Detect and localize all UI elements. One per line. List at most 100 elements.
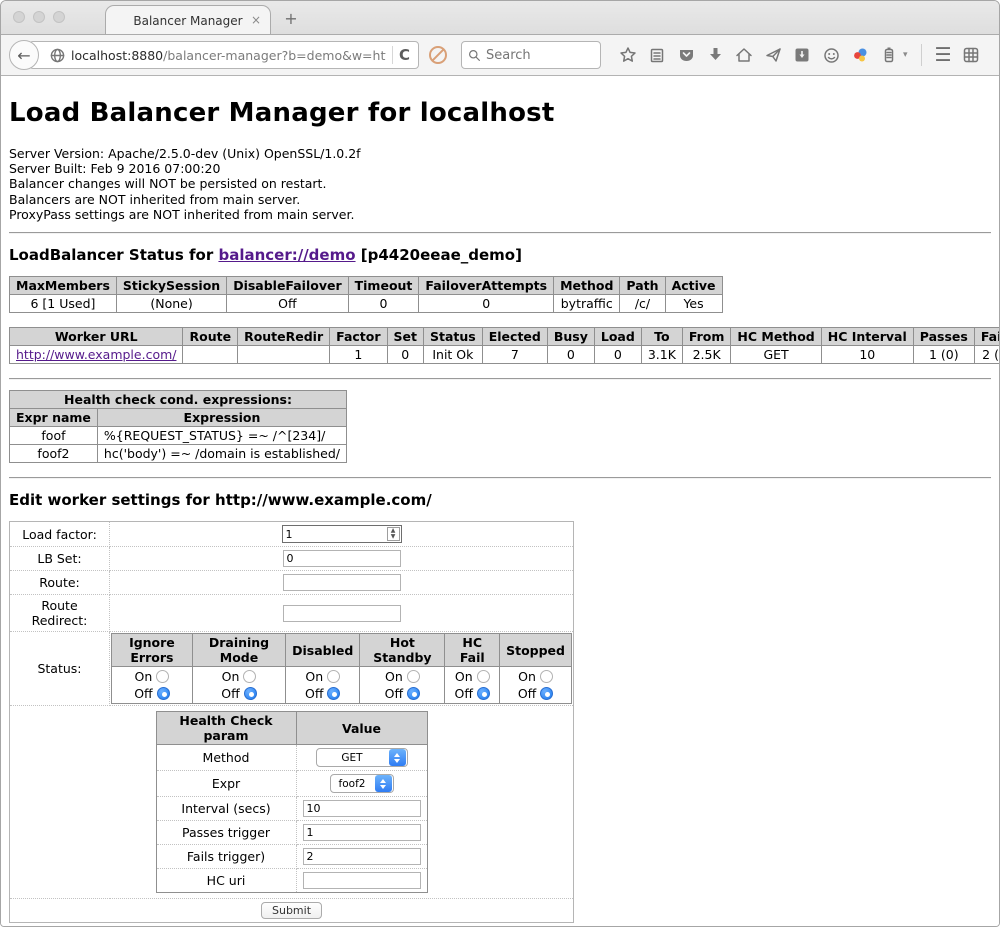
tab-balancer-manager[interactable]: Balancer Manager × [105, 5, 271, 35]
load-factor-label: Load factor: [10, 522, 110, 547]
send-tab-icon[interactable] [764, 46, 782, 64]
divider [9, 378, 991, 380]
pocket-icon[interactable] [677, 46, 695, 64]
server-version: Server Version: Apache/2.5.0-dev (Unix) … [9, 146, 991, 161]
extension-grid-icon[interactable] [962, 46, 980, 64]
ignore-errors-on-radio[interactable] [156, 670, 169, 683]
url-path: /balancer-manager?b=demo&w=http://www.ex… [163, 48, 386, 63]
notice-proxypass: ProxyPass settings are NOT inherited fro… [9, 207, 991, 222]
divider [9, 477, 991, 479]
downloads-icon[interactable] [706, 46, 724, 64]
submit-row: Submit [10, 899, 574, 923]
method-select[interactable]: GET [316, 748, 408, 767]
expr-table-title: Health check cond. expressions: [10, 391, 347, 409]
search-bar[interactable] [461, 41, 601, 69]
hc-fail-on-radio[interactable] [477, 670, 490, 683]
worker-status-table: Worker URL Route RouteRedir Factor Set S… [9, 327, 999, 364]
overflow-caret-icon[interactable]: ▾ [903, 50, 908, 60]
fails-input[interactable] [303, 848, 421, 865]
navigation-toolbar: ← localhost:8880/balancer-manager?b=demo… [1, 34, 999, 76]
menu-icon[interactable]: ☰ [935, 44, 951, 66]
status-hc-fail-cell: On Off [445, 667, 500, 704]
close-window-button[interactable] [13, 11, 25, 23]
status-disabled-cell: On Off [286, 667, 360, 704]
disabled-off-radio[interactable] [327, 687, 340, 700]
reload-icon[interactable]: C [399, 46, 410, 64]
route-input[interactable] [283, 574, 401, 591]
disabled-on-radio[interactable] [327, 670, 340, 683]
back-button[interactable]: ← [9, 40, 39, 70]
feedback-smiley-icon[interactable] [822, 46, 840, 64]
status-ignore-errors-cell: On Off [112, 667, 193, 704]
method-label: Method [156, 745, 296, 771]
hc-params-row: Health Check param Value Method GET [10, 706, 574, 899]
route-redirect-row: Route Redirect: [10, 595, 574, 632]
route-redirect-label: Route Redirect: [10, 595, 110, 632]
lb-set-row: LB Set: [10, 547, 574, 571]
select-arrows-icon [389, 749, 406, 766]
status-draining-mode-cell: On Off [192, 667, 285, 704]
zoom-window-button[interactable] [53, 11, 65, 23]
draining-mode-on-radio[interactable] [243, 670, 256, 683]
fails-label: Fails trigger) [156, 845, 296, 869]
passes-label: Passes trigger [156, 821, 296, 845]
window-controls[interactable] [13, 11, 65, 23]
interval-input[interactable] [303, 800, 421, 817]
url-bar[interactable]: localhost:8880/balancer-manager?b=demo&w… [29, 41, 419, 69]
bookmark-star-icon[interactable] [619, 46, 637, 64]
page-content: Load Balancer Manager for localhost Serv… [1, 76, 999, 926]
route-redirect-input[interactable] [283, 605, 401, 622]
content-blocked-icon[interactable] [429, 46, 447, 64]
hello-icon[interactable] [851, 46, 869, 64]
server-built: Server Built: Feb 9 2016 07:00:20 [9, 161, 991, 176]
url-host: localhost:8880 [71, 48, 163, 63]
battery-icon[interactable] [880, 46, 898, 64]
table-header-row: Worker URL Route RouteRedir Factor Set S… [10, 328, 1000, 346]
balancer-demo-link[interactable]: balancer://demo [218, 246, 355, 264]
balancer-status-table: MaxMembers StickySession DisableFailover… [9, 276, 723, 313]
load-factor-row: Load factor: 1 ▲▼ [10, 522, 574, 547]
number-spinner-icon[interactable]: ▲▼ [387, 527, 400, 541]
health-check-param-table: Health Check param Value Method GET [156, 711, 428, 893]
server-info: Server Version: Apache/2.5.0-dev (Unix) … [9, 146, 991, 222]
close-tab-icon[interactable]: × [251, 13, 261, 27]
tab-bar: Balancer Manager × + [1, 1, 999, 34]
reading-list-icon[interactable] [648, 46, 666, 64]
page-title: Load Balancer Manager for localhost [9, 98, 991, 128]
submit-button[interactable]: Submit [261, 902, 322, 919]
url-text: localhost:8880/balancer-manager?b=demo&w… [71, 48, 386, 63]
edit-worker-heading: Edit worker settings for http://www.exam… [9, 491, 991, 509]
load-factor-input[interactable]: 1 ▲▼ [282, 525, 402, 543]
interval-label: Interval (secs) [156, 797, 296, 821]
home-icon[interactable] [735, 46, 753, 64]
search-input[interactable] [486, 48, 586, 63]
search-icon [468, 49, 481, 62]
ignore-errors-off-radio[interactable] [157, 687, 170, 700]
hot-standby-on-radio[interactable] [407, 670, 420, 683]
draining-mode-off-radio[interactable] [244, 687, 257, 700]
hc-uri-input[interactable] [303, 872, 421, 889]
loadbalancer-status-heading: LoadBalancer Status for balancer://demo … [9, 246, 991, 264]
passes-input[interactable] [303, 824, 421, 841]
expr-label: Expr [156, 771, 296, 797]
expr-select[interactable]: foof2 [330, 774, 394, 793]
screenshot-icon[interactable] [793, 46, 811, 64]
stopped-on-radio[interactable] [540, 670, 553, 683]
route-label: Route: [10, 571, 110, 595]
notice-balancers: Balancers are NOT inherited from main se… [9, 192, 991, 207]
route-row: Route: [10, 571, 574, 595]
hot-standby-off-radio[interactable] [407, 687, 420, 700]
expr-row: foof %{REQUEST_STATUS} =~ /^[234]/ [10, 427, 347, 445]
minimize-window-button[interactable] [33, 11, 45, 23]
stopped-off-radio[interactable] [540, 687, 553, 700]
hc-fail-off-radio[interactable] [477, 687, 490, 700]
select-arrows-icon [375, 775, 392, 792]
browser-window: Balancer Manager × + ← localhost:8880/ba… [0, 0, 1000, 927]
lb-set-input[interactable] [283, 550, 401, 567]
notice-persist: Balancer changes will NOT be persisted o… [9, 176, 991, 191]
table-header-row: MaxMembers StickySession DisableFailover… [10, 277, 723, 295]
status-hot-standby-cell: On Off [360, 667, 445, 704]
worker-url-link[interactable]: http://www.example.com/ [16, 347, 176, 362]
new-tab-button[interactable]: + [281, 9, 301, 28]
table-row: 6 [1 Used] (None) Off 0 0 bytraffic /c/ … [10, 295, 723, 313]
